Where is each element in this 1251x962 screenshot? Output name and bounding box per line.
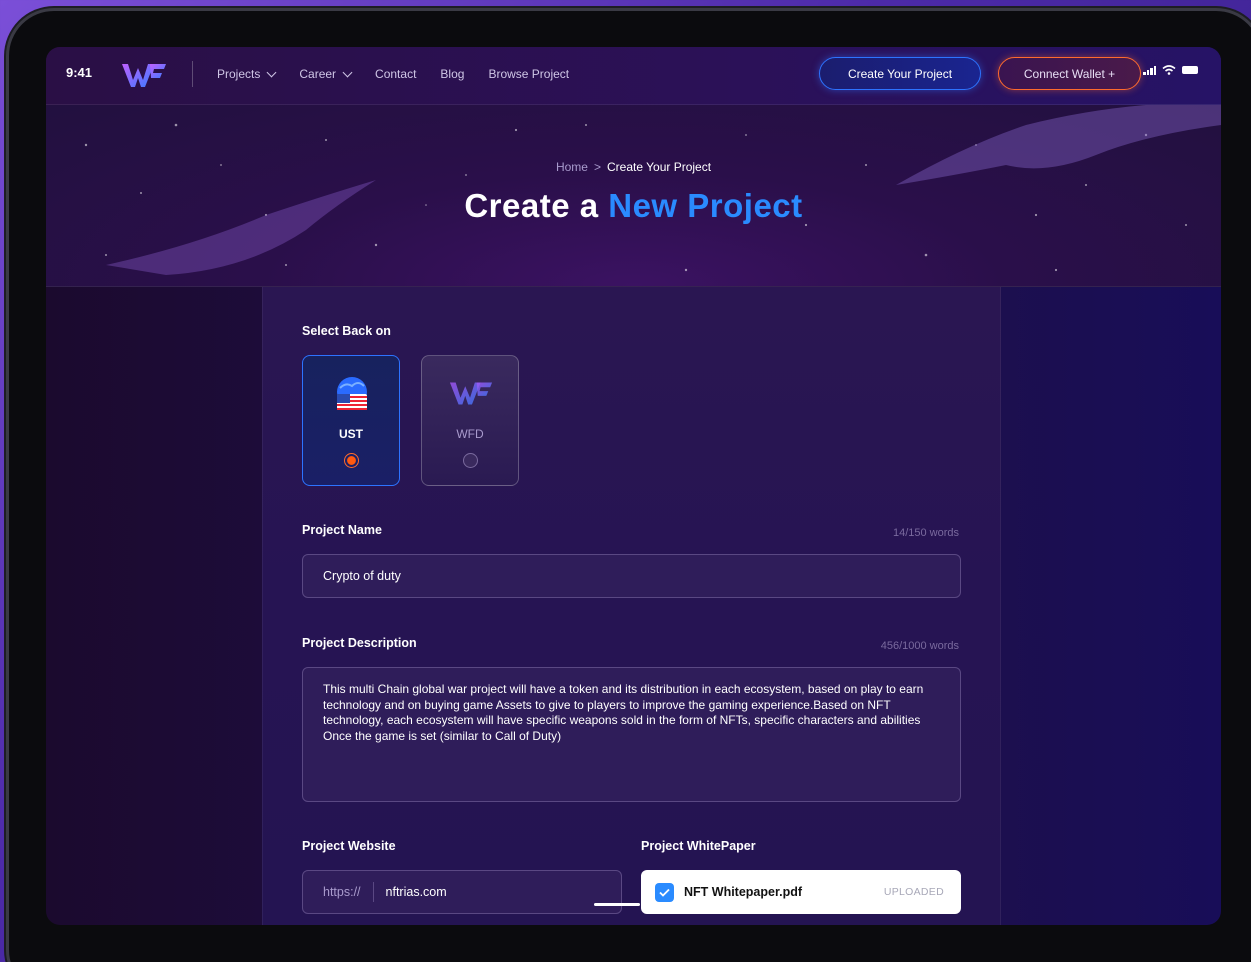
status-time: 9:41: [66, 65, 93, 80]
chevron-down-icon: [342, 67, 353, 77]
nav-link-browse-project[interactable]: Browse Project: [488, 67, 569, 81]
checkmark-icon: [655, 882, 674, 902]
coin-name-wfd: WFD: [456, 427, 484, 441]
ust-coin-icon: [337, 377, 367, 410]
breadcrumb-separator: >: [593, 160, 601, 174]
url-prefix: https://: [303, 882, 374, 902]
page-title-blue: New Project: [608, 187, 803, 224]
wifi-icon: [1162, 65, 1176, 75]
chevron-down-icon: [266, 67, 277, 77]
nav-link-projects[interactable]: Projects: [217, 67, 277, 81]
breadcrumb-current: Create Your Project: [606, 160, 712, 174]
status-icons: [1143, 65, 1198, 75]
signal-icon: [1143, 65, 1156, 75]
nav-divider: [192, 61, 193, 87]
coin-option-ust[interactable]: UST: [302, 355, 400, 486]
project-whitepaper-label: Project WhitePaper: [641, 839, 756, 853]
breadcrumb-home[interactable]: Home: [556, 160, 588, 174]
page-title: Create a New Project: [46, 187, 1221, 225]
wfd-coin-icon: [449, 382, 493, 405]
create-project-button[interactable]: Create Your Project: [819, 57, 981, 90]
project-name-counter: 14/150 words: [892, 527, 959, 539]
project-name-input[interactable]: Crypto of duty: [302, 554, 961, 598]
url-value: nftrias.com: [385, 885, 447, 899]
radio-ust-selected[interactable]: [344, 453, 359, 468]
hero-banner: Home > Create Your Project Create a New Pr…: [46, 105, 1221, 287]
nav-link-career[interactable]: Career: [299, 67, 353, 81]
upload-connector: [594, 903, 640, 906]
nav-link-label: Career: [299, 67, 337, 81]
project-description-label: Project Description: [302, 636, 417, 650]
project-website-input[interactable]: https:// nftrias.com: [302, 870, 622, 914]
project-website-label: Project Website: [302, 839, 396, 853]
coin-option-wfd[interactable]: WFD: [421, 355, 519, 486]
nav-link-contact[interactable]: Contact: [375, 67, 416, 81]
nav-links: Projects Career Contact Blog Browse Proj…: [217, 67, 593, 81]
coin-name-ust: UST: [339, 427, 363, 441]
top-navigation: 9:41 Projects Career Contact Blog Browse…: [46, 47, 1221, 105]
breadcrumb: Home > Create Your Project: [46, 160, 1221, 174]
project-name-label: Project Name: [302, 523, 382, 537]
whitepaper-file-name: NFT Whitepaper.pdf: [684, 885, 803, 899]
whitepaper-upload[interactable]: NFT Whitepaper.pdf UPLOADED: [641, 870, 961, 914]
project-form: Select Back on UST WFD Project Name 14/1…: [262, 287, 1001, 925]
upload-status: UPLOADED: [883, 886, 944, 898]
wf-logo[interactable]: [120, 60, 168, 90]
project-description-textarea[interactable]: This multi Chain global war project will…: [302, 667, 961, 802]
page-title-white: Create a: [464, 187, 599, 224]
nav-link-label: Projects: [217, 67, 261, 81]
connect-wallet-button[interactable]: Connect Wallet +: [998, 57, 1141, 90]
battery-icon: [1182, 66, 1198, 74]
radio-wfd-unselected[interactable]: [463, 453, 478, 468]
app-screen: 9:41 Projects Career Contact Blog Browse…: [46, 47, 1221, 925]
project-description-counter: 456/1000 words: [880, 640, 959, 652]
nav-link-blog[interactable]: Blog: [440, 67, 464, 81]
select-back-label: Select Back on: [302, 324, 391, 338]
